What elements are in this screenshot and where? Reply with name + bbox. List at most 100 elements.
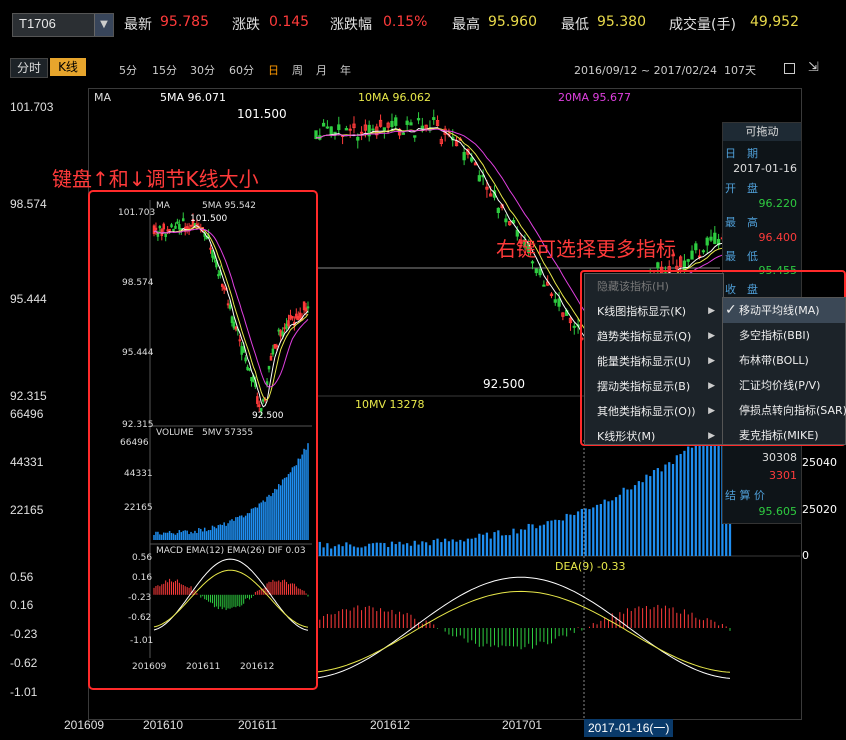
candle: [209, 247, 212, 250]
candle: [553, 299, 557, 303]
submenu-boll[interactable]: 布林带(BOLL): [723, 348, 845, 373]
volume-bar: [276, 489, 278, 540]
chevron-right-icon: ▶: [708, 381, 715, 391]
volume-bar: [161, 534, 163, 540]
volume-bar: [664, 464, 667, 556]
candle: [325, 126, 330, 129]
menu-hide-indicator[interactable]: 隐藏该指标(H): [585, 274, 723, 299]
candle: [709, 236, 713, 241]
volume-bar: [569, 514, 572, 556]
inset-vol-tick: 44331: [124, 469, 153, 479]
volume-bar: [244, 515, 247, 540]
x-label: 201612: [370, 718, 411, 732]
candle: [211, 249, 214, 258]
submenu-pv[interactable]: 汇证均价线(P/V): [723, 373, 845, 398]
volume-bar: [588, 509, 591, 556]
menu-oscillator-indicators[interactable]: 摆动类指标显示(B) ▶: [585, 374, 723, 399]
volume-bar: [402, 544, 405, 556]
candle: [572, 325, 576, 328]
x-label: 201701: [502, 718, 543, 732]
candle: [701, 250, 706, 253]
volume-bar: [157, 531, 159, 540]
candle: [409, 122, 413, 126]
volume-bar: [523, 529, 527, 556]
volume-bar: [500, 535, 504, 556]
volume-bar: [223, 522, 225, 540]
info-date: 2017-01-16: [733, 162, 797, 175]
inset-macd-tick: -1.01: [130, 636, 154, 646]
volume-bar: [637, 481, 640, 556]
inset-macd-tick: 0.16: [132, 573, 153, 583]
volume-bar: [274, 488, 276, 540]
volume-bar: [345, 542, 348, 556]
volume-bar: [580, 508, 584, 556]
volume-bar: [258, 503, 261, 540]
menu-item-label: K线形状(M): [597, 430, 656, 443]
volume-bar: [595, 504, 599, 556]
volume-bar: [153, 534, 155, 540]
volume-bar: [660, 471, 663, 556]
chevron-right-icon: ▶: [708, 331, 715, 341]
volume-bar: [184, 530, 186, 540]
x-label: 201610: [143, 718, 184, 732]
volume-bar: [679, 453, 682, 556]
candle: [413, 135, 417, 138]
volume-bar: [618, 494, 621, 556]
menu-item-label: 能量类指标显示(U): [597, 355, 691, 368]
submenu-ma[interactable]: ✓ 移动平均线(MA): [723, 298, 845, 323]
inset-low-mark: 92.500: [252, 411, 284, 421]
chevron-right-icon: ▶: [708, 356, 715, 366]
candle: [238, 339, 242, 342]
submenu-mike[interactable]: 麦克指标(MIKE): [723, 423, 845, 448]
volume-bar: [246, 513, 249, 540]
candle: [166, 229, 169, 232]
menu-energy-indicators[interactable]: 能量类指标显示(U) ▶: [585, 349, 723, 374]
candle: [705, 237, 709, 246]
volume-bar: [649, 476, 652, 556]
volume-bar: [390, 541, 394, 556]
volume-bar: [164, 532, 167, 540]
candle: [694, 243, 698, 251]
volume-bar: [168, 530, 171, 540]
inset-macd-params: EMA(12) EMA(26) DIF 0.03: [186, 546, 306, 556]
volume-bar: [409, 545, 413, 556]
volume-bar: [626, 489, 629, 556]
volume-bar: [633, 485, 637, 556]
inset-price-tick: 95.444: [122, 348, 154, 358]
volume-bar: [694, 443, 697, 556]
submenu-bbi[interactable]: 多空指标(BBI): [723, 323, 845, 348]
candle: [281, 331, 284, 336]
high-mark: 101.500: [237, 107, 287, 121]
menu-item-label: 其他类指标显示(O)): [597, 405, 696, 418]
info-low-label: 最 低: [725, 250, 758, 263]
volume-bar: [231, 519, 233, 540]
candle: [359, 131, 364, 134]
volume-bar: [186, 530, 188, 540]
chevron-right-icon: ▶: [708, 406, 715, 416]
candle: [690, 250, 694, 260]
volume-bar: [178, 530, 181, 540]
candle: [189, 224, 193, 227]
menu-other-indicators[interactable]: 其他类指标显示(O)) ▶: [585, 399, 723, 424]
x-label: 201609: [64, 718, 105, 732]
menu-kline-indicators[interactable]: K线图指标显示(K) ▶: [585, 299, 723, 324]
volume-bar: [375, 542, 378, 556]
volume-bar: [299, 458, 301, 540]
volume-bar: [221, 525, 223, 540]
menu-kline-shape[interactable]: K线形状(M) ▶: [585, 424, 723, 449]
volume-bar: [406, 543, 409, 556]
candle: [356, 136, 360, 141]
submenu-item-label: 布林带(BOLL): [739, 354, 809, 367]
candle: [470, 157, 474, 162]
candle: [172, 228, 175, 231]
volume-bar: [462, 541, 466, 556]
volume-bar: [641, 482, 644, 556]
menu-trend-indicators[interactable]: 趋势类指标显示(Q) ▶: [585, 324, 723, 349]
volume-bar: [174, 534, 177, 540]
info-v1: 30308: [762, 451, 797, 464]
submenu-sar[interactable]: 停损点转向指标(SAR): [723, 398, 846, 423]
info-panel-title[interactable]: 可拖动: [723, 123, 801, 141]
inset-high-mark: 101.500: [190, 214, 228, 224]
menu-item-label: K线图指标显示(K): [597, 305, 687, 318]
candle: [557, 298, 561, 307]
